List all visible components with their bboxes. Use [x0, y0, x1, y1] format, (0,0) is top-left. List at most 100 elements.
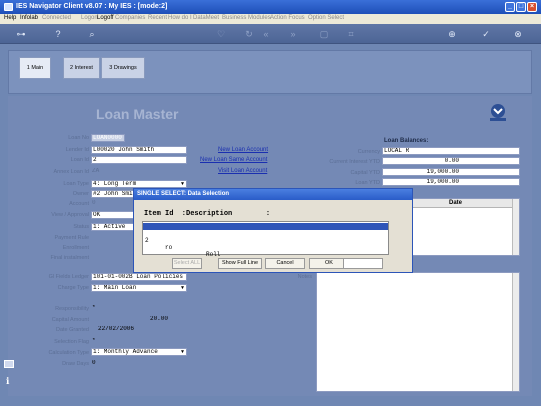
toolbar: ⊶ ? ⌕ ♡ ↻ « » ▢ ⌗ ⊕ ✓ ⊗ — [0, 24, 541, 44]
capital-amount-field[interactable]: 20.00 — [91, 316, 171, 324]
chevron-down-icon[interactable]: ▼ — [179, 181, 186, 187]
annex-loan-id-field[interactable]: ZA — [91, 168, 187, 176]
draw-days-field[interactable]: 0 — [91, 360, 111, 368]
search-input[interactable] — [343, 258, 383, 269]
responsibility-label: Responsibility — [55, 306, 89, 312]
charge-type-label: Charge Type — [57, 285, 89, 291]
menu-how-do-i[interactable]: How do I — [168, 15, 192, 21]
gl-fields-ledger-label: Gl Fields Ledger — [48, 274, 89, 280]
loan-no-field[interactable]: LOAN0000 — [91, 134, 125, 142]
menu-connected[interactable]: Connected — [42, 15, 71, 21]
menu-business-modules[interactable]: Business Modules — [222, 15, 271, 21]
show-full-line-button[interactable]: Show Full Line — [218, 258, 262, 269]
charge-type-value: 1: Main Loan — [93, 284, 137, 291]
list-item[interactable]: 1 r Review — [143, 223, 388, 251]
close-button[interactable]: × — [527, 2, 537, 12]
page-title: Loan Master — [96, 106, 179, 122]
title-bar: IES Navigator Client v8.07 : My IES : [m… — [0, 0, 541, 14]
notes-label: Notes — [297, 274, 312, 280]
selection-flag-field[interactable]: * — [91, 338, 111, 346]
row-description: Review — [206, 244, 228, 251]
forward-icon[interactable]: » — [287, 28, 299, 40]
tab-interest[interactable]: 2 Interest — [63, 57, 100, 79]
new-loan-account-link[interactable]: New Loan Account — [218, 147, 268, 153]
view-approval-field[interactable]: OK — [91, 211, 136, 219]
payment-rule-label: Payment Rule — [54, 235, 89, 241]
help-icon[interactable]: ? — [52, 28, 64, 40]
menu-datameet[interactable]: DataMeet — [193, 15, 219, 21]
capital-amount-label: Capital Amount — [51, 317, 89, 323]
grid-header-date: Date — [449, 200, 463, 206]
tab-drawings[interactable]: 3 Drawings — [101, 57, 145, 79]
check-icon[interactable]: ✓ — [480, 28, 492, 40]
menu-infolab[interactable]: Infolab — [20, 15, 38, 21]
visit-loan-account-link[interactable]: Visit Loan Account — [218, 168, 267, 174]
row-id: r — [165, 237, 169, 244]
selection-flag-label: Selection Flag — [54, 339, 89, 345]
heart-icon[interactable]: ♡ — [215, 28, 227, 40]
refresh-icon[interactable]: ↻ — [243, 28, 255, 40]
currency-field[interactable]: LOCAL R — [382, 147, 520, 155]
list-item[interactable]: 2 ro Roll — [143, 230, 388, 258]
rewind-icon[interactable]: « — [260, 28, 272, 40]
status-field[interactable]: 1: Active — [91, 223, 136, 231]
capital-ytd-field[interactable]: 19,000.00 — [382, 168, 520, 176]
responsibility-field[interactable]: * — [91, 305, 111, 313]
doc-icon[interactable] — [4, 360, 14, 368]
gl-fields-ledger-field[interactable]: 101-01-002B Loan Policies — [91, 273, 187, 281]
menu-help[interactable]: Help — [4, 15, 16, 21]
menu-action-focus[interactable]: Action Focus — [270, 15, 305, 21]
final-instalment-label: Final instalment — [50, 255, 89, 261]
search-icon[interactable]: ⌕ — [86, 28, 98, 40]
maximize-button[interactable]: □ — [516, 2, 526, 12]
row-number: 2 — [145, 237, 149, 244]
menu-option-select[interactable]: Option Select — [308, 15, 344, 21]
minimize-button[interactable]: _ — [505, 2, 515, 12]
plus-icon[interactable]: ⊕ — [446, 28, 458, 40]
clip-icon[interactable]: ⌗ — [345, 28, 357, 40]
tab-main[interactable]: 1 Main — [19, 57, 51, 79]
menu-companies[interactable]: Companies — [115, 15, 145, 21]
account-field[interactable]: 0 — [91, 200, 131, 208]
menu-logoff[interactable]: Logoff — [97, 15, 114, 21]
loan-type-value: 4: Long Term — [93, 180, 137, 187]
chevron-down-icon[interactable]: ▼ — [179, 285, 186, 291]
loan-id-field[interactable]: 2 — [91, 156, 187, 164]
capital-ytd-label: Capital YTD — [350, 170, 380, 176]
new-loan-same-account-link[interactable]: New Loan Same Account — [200, 157, 267, 163]
selection-list[interactable]: 1 r Review 2 ro Roll — [142, 221, 389, 258]
app-icon — [4, 3, 13, 11]
loan-no-label: Loan No — [68, 135, 89, 141]
row-description: Roll — [206, 251, 221, 258]
annex-loan-id-label: Annex Loan Id — [53, 169, 89, 175]
loan-type-label: Loan Type — [63, 181, 89, 187]
page-icon[interactable]: ▢ — [318, 28, 330, 40]
info-icon[interactable]: ℹ — [6, 376, 9, 387]
date-granted-label: Date Granted — [55, 327, 89, 333]
calculation-type-select[interactable]: 1: Monthly Advance ▼ — [91, 348, 187, 356]
date-granted-field[interactable]: 22/02/2006 — [97, 326, 147, 334]
chevron-down-icon[interactable]: ▼ — [179, 349, 186, 355]
dialog-header: Item Id :Description : — [144, 210, 271, 218]
notes-scrollbar[interactable] — [512, 273, 519, 391]
loan-ytd-field[interactable]: 19,000.00 — [382, 178, 520, 186]
owner-label: Owner — [72, 191, 89, 197]
window-title: IES Navigator Client v8.07 : My IES : [m… — [16, 3, 168, 10]
cancel-icon[interactable]: ⊗ — [512, 28, 524, 40]
grid-scrollbar[interactable] — [512, 199, 519, 255]
select-all-button[interactable]: Select ALL — [172, 258, 202, 269]
lender-id-field[interactable]: L00020 John Smith — [91, 146, 187, 154]
enrollment-label: Enrollment — [62, 245, 89, 251]
menu-logon[interactable]: Logon — [81, 15, 98, 21]
menu-recent[interactable]: Recent — [148, 15, 167, 21]
tab-strip: 1 Main 2 Interest 3 Drawings — [8, 50, 532, 94]
view-approval-label: View / Approval — [51, 212, 89, 218]
download-icon[interactable] — [487, 103, 509, 123]
current-interest-ytd-field[interactable]: 0.00 — [382, 157, 520, 165]
cancel-button[interactable]: Cancel — [265, 258, 305, 269]
loan-type-select[interactable]: 4: Long Term ▼ — [91, 180, 187, 188]
charge-type-select[interactable]: 1: Main Loan ▼ — [91, 284, 187, 292]
key-icon[interactable]: ⊶ — [12, 28, 30, 40]
notes-area[interactable] — [316, 272, 520, 392]
owner-field[interactable]: #2 John Smi — [91, 190, 136, 198]
